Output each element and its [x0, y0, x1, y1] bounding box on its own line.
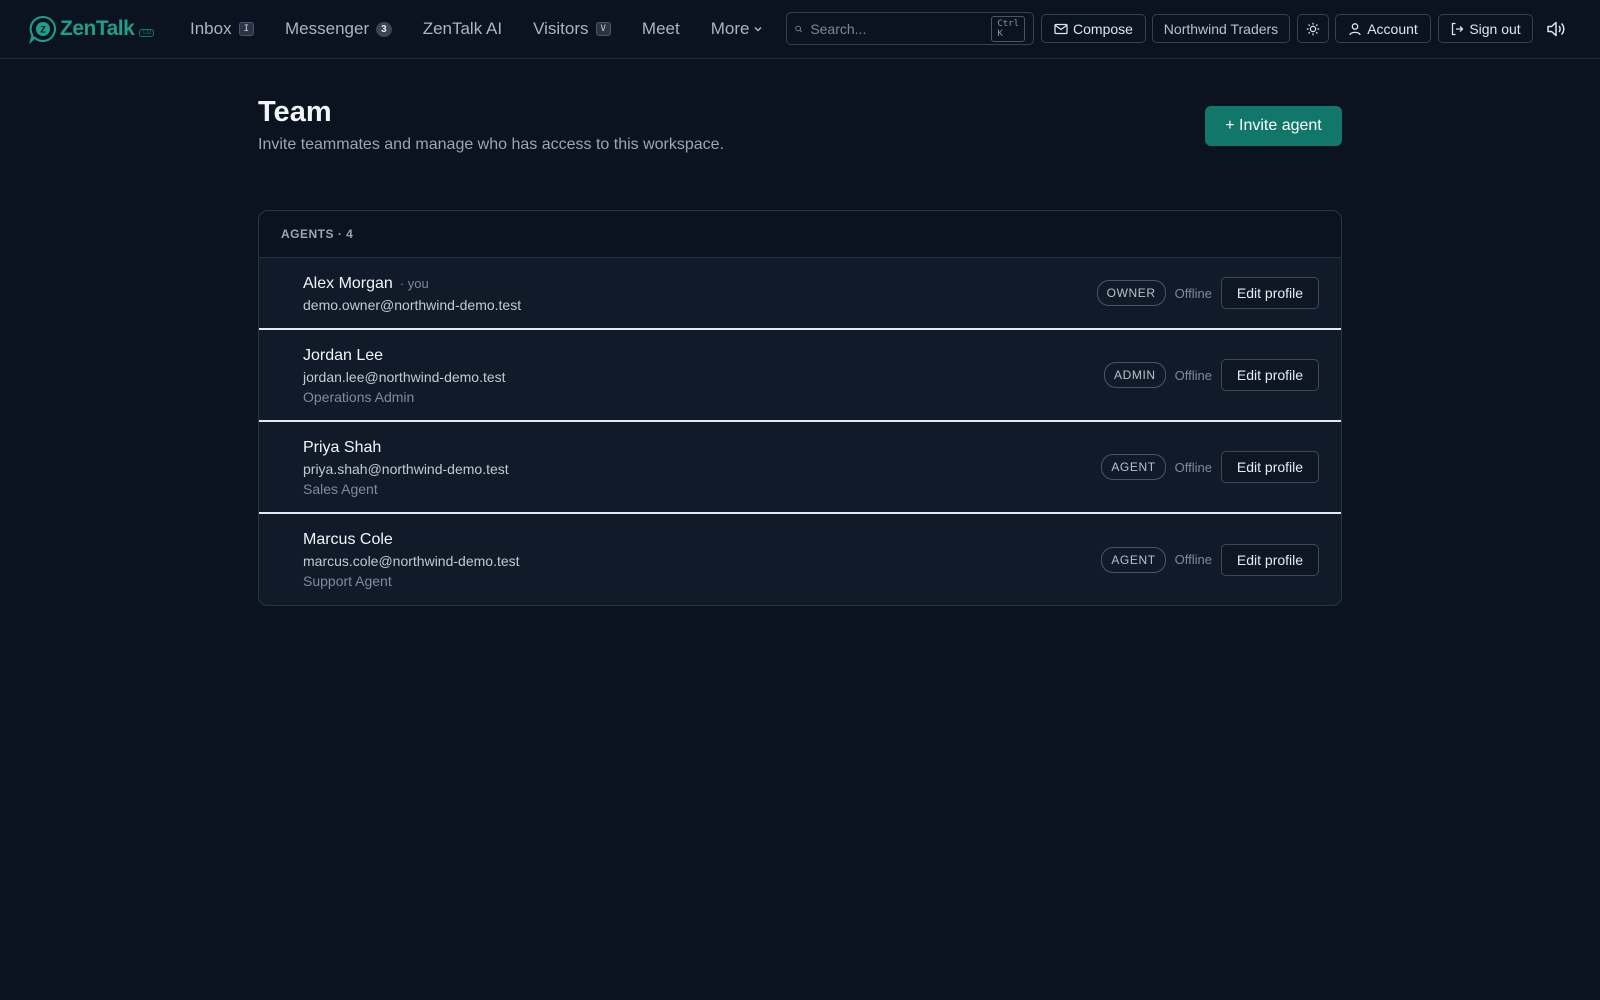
nav-item-messenger[interactable]: Messenger 3 — [285, 19, 392, 39]
nav-item-label: More — [710, 19, 750, 38]
status-text: Offline — [1174, 285, 1212, 301]
nav-item-visitors[interactable]: Visitors V — [533, 19, 611, 39]
agent-email: priya.shah@northwind-demo.test — [303, 461, 509, 477]
sign-out-button[interactable]: Sign out — [1438, 14, 1533, 43]
you-tag: · you — [399, 276, 429, 291]
workspace-switcher-button[interactable]: Northwind Traders — [1152, 14, 1290, 43]
zentalk-logo-icon: Z — [29, 15, 56, 44]
agent-row-actions: AGENT Offline Edit profile — [1101, 451, 1319, 483]
mail-icon — [1054, 23, 1068, 34]
theme-toggle-button[interactable] — [1297, 14, 1329, 43]
agent-email: marcus.cole@northwind-demo.test — [303, 553, 520, 569]
agent-role: Support Agent — [303, 573, 392, 589]
unread-count-badge: 3 — [376, 21, 392, 37]
status-text: Offline — [1174, 459, 1212, 475]
compose-label: Compose — [1073, 20, 1133, 37]
edit-profile-button[interactable]: Edit profile — [1221, 451, 1319, 483]
search-icon — [795, 25, 803, 32]
agents-card: AGENTS · 4 Alex Morgan · you demo.owner@… — [258, 210, 1342, 606]
agent-row-actions: ADMIN Offline Edit profile — [1103, 359, 1319, 391]
nav-item-meet[interactable]: Meet — [642, 19, 680, 39]
agent-name: Jordan Lee — [303, 347, 384, 364]
edit-profile-button[interactable]: Edit profile — [1221, 359, 1319, 391]
invite-agent-button[interactable]: + Invite agent — [1205, 106, 1342, 146]
page-title: Team — [258, 96, 332, 128]
agents-header: AGENTS · 4 — [259, 211, 1341, 258]
brand-tag: CO — [139, 29, 155, 37]
nav-item-inbox[interactable]: Inbox I — [190, 19, 255, 39]
user-icon — [1349, 22, 1361, 35]
role-badge: OWNER — [1096, 280, 1166, 306]
agent-name-line: Priya Shah — [303, 439, 381, 457]
nav-item-label: Meet — [641, 19, 680, 38]
agent-row-actions: OWNER Offline Edit profile — [1096, 277, 1319, 309]
status-text: Offline — [1174, 367, 1212, 383]
agent-name-line: Jordan Lee — [303, 347, 383, 365]
role-badge: AGENT — [1101, 546, 1166, 573]
agent-row: Marcus Cole marcus.cole@northwind-demo.t… — [259, 514, 1341, 605]
brand-logo[interactable]: Z ZenTalk CO — [28, 14, 178, 44]
agent-name: Marcus Cole — [303, 531, 393, 548]
agent-email: demo.owner@northwind-demo.test — [303, 297, 522, 313]
agent-email: jordan.lee@northwind-demo.test — [303, 369, 506, 385]
agent-row-actions: AGENT Offline Edit profile — [1101, 543, 1319, 576]
nav-item-zentalk-ai[interactable]: ZenTalk AI — [423, 19, 502, 39]
sign-out-label: Sign out — [1469, 20, 1521, 37]
workspace-label: Northwind Traders — [1163, 20, 1279, 37]
role-badge: ADMIN — [1103, 362, 1166, 388]
speaker-icon[interactable] — [1545, 18, 1567, 40]
sign-out-icon — [1452, 22, 1464, 35]
account-label: Account — [1367, 20, 1418, 37]
agent-name-line: Alex Morgan · you — [303, 275, 429, 293]
compose-button[interactable]: Compose — [1041, 14, 1146, 43]
agent-name: Priya Shah — [303, 439, 382, 456]
search-input[interactable] — [810, 20, 992, 37]
search-shortcut-hint: Ctrl K — [991, 15, 1025, 42]
svg-text:Z: Z — [40, 25, 46, 35]
agent-row: Alex Morgan · you demo.owner@northwind-d… — [259, 258, 1341, 330]
agent-name: Alex Morgan — [303, 275, 393, 292]
agent-role: Sales Agent — [303, 481, 378, 497]
agent-name-line: Marcus Cole — [303, 531, 393, 549]
top-navbar: Z ZenTalk CO Inbox I Messenger 3 ZenTalk… — [0, 0, 1600, 59]
agent-row: Priya Shah priya.shah@northwind-demo.tes… — [259, 422, 1341, 514]
shortcut-hint: I — [238, 22, 255, 36]
nav-item-more[interactable]: More — [711, 19, 764, 39]
chevron-down-icon — [754, 26, 762, 32]
nav-item-label: Messenger — [285, 19, 370, 38]
edit-profile-button[interactable]: Edit profile — [1221, 543, 1319, 576]
account-button[interactable]: Account — [1335, 14, 1431, 43]
brand-name: ZenTalk — [60, 17, 135, 40]
role-badge: AGENT — [1101, 454, 1166, 480]
nav-item-label: ZenTalk AI — [422, 19, 503, 38]
nav-item-label: Inbox — [190, 19, 232, 38]
agent-row: Jordan Lee jordan.lee@northwind-demo.tes… — [259, 330, 1341, 422]
shortcut-hint: V — [595, 22, 611, 36]
page-subtitle: Invite teammates and manage who has acce… — [258, 136, 725, 153]
status-text: Offline — [1174, 552, 1212, 567]
search-box[interactable]: Ctrl K — [786, 12, 1034, 45]
edit-profile-button[interactable]: Edit profile — [1221, 277, 1319, 309]
nav-item-label: Visitors — [533, 19, 589, 38]
main-nav: Inbox I Messenger 3 ZenTalk AI Visitors … — [190, 19, 794, 39]
sun-icon — [1306, 22, 1320, 35]
agent-role: Operations Admin — [303, 389, 415, 405]
